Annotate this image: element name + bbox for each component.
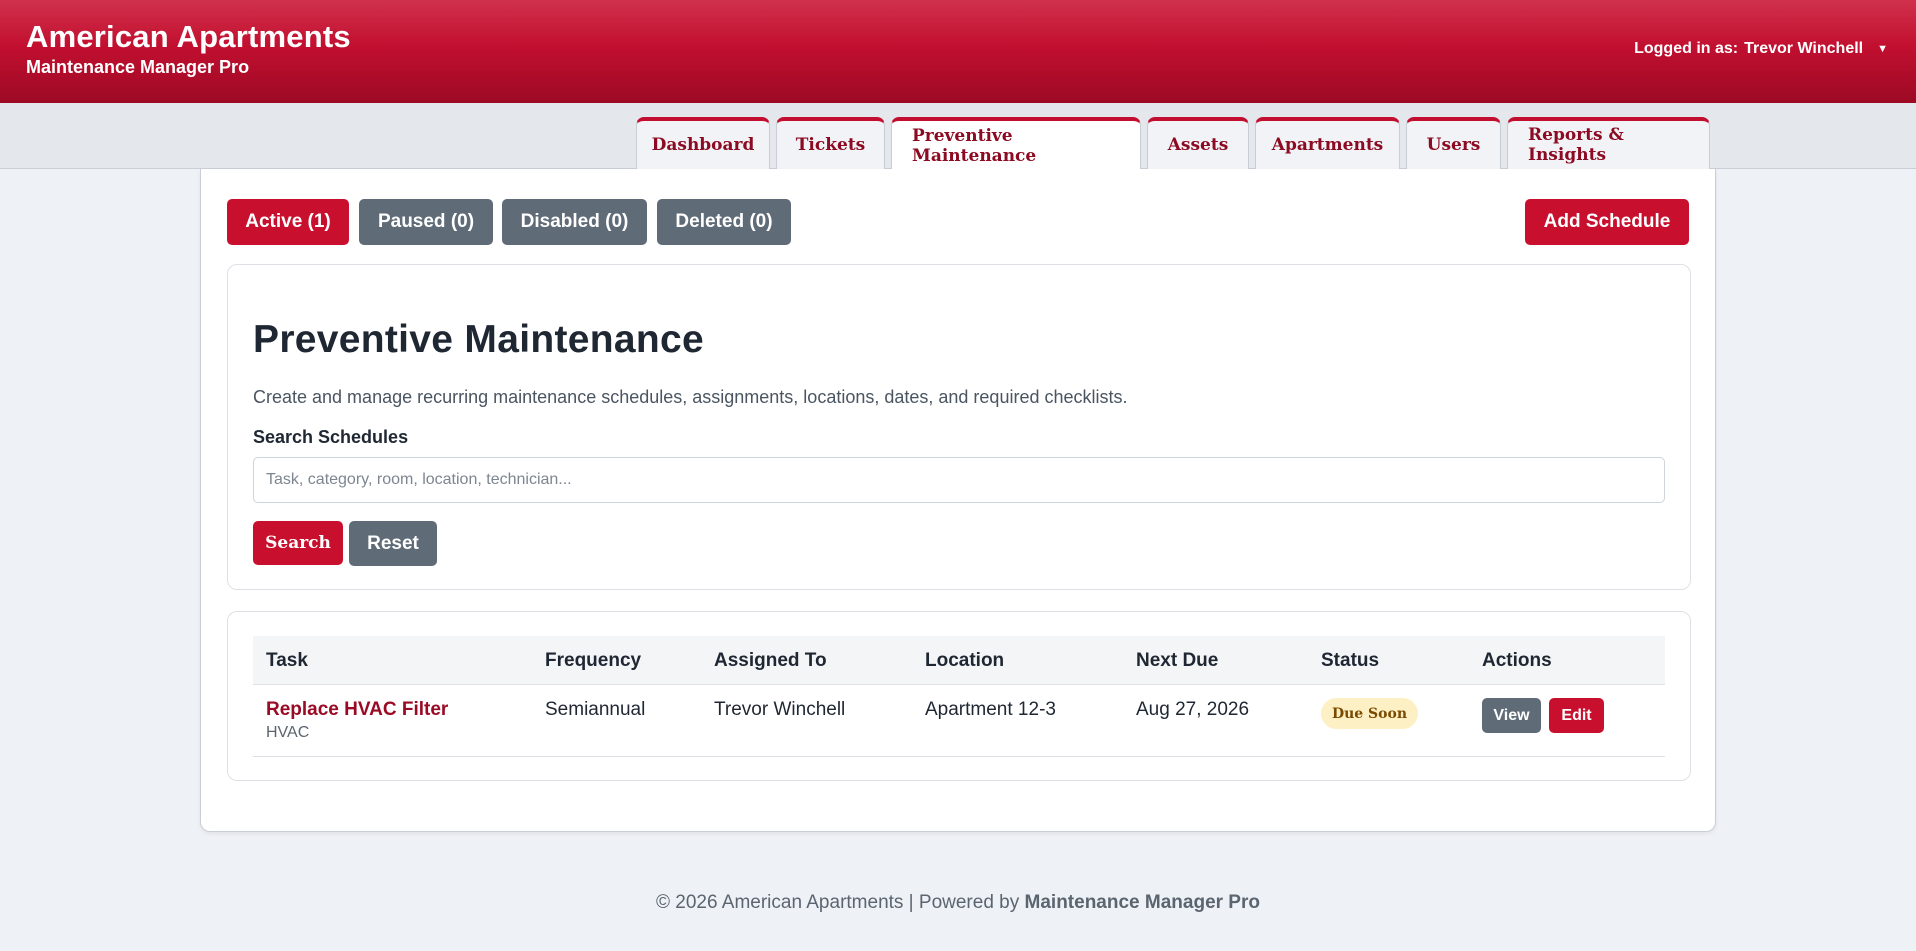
caret-down-icon: ▼ — [1877, 43, 1888, 55]
cell-frequency: Semiannual — [545, 699, 646, 720]
brand-subtitle: Maintenance Manager Pro — [26, 57, 250, 77]
filter-paused-button[interactable]: Paused (0) — [359, 199, 493, 245]
table-header: Task Frequency Assigned To Location Next… — [253, 636, 1665, 685]
filter-active-button[interactable]: Active (1) — [227, 199, 349, 245]
tab-users[interactable]: Users — [1406, 117, 1501, 169]
app-header: American Apartments Maintenance Manager … — [0, 0, 1916, 103]
footer-text: © 2026 American Apartments | Powered by — [656, 892, 1020, 913]
footer-brand: Maintenance Manager Pro — [1024, 892, 1260, 913]
user-name: Trevor Winchell — [1744, 40, 1864, 57]
task-link[interactable]: Replace HVAC Filter — [266, 699, 448, 721]
user-menu[interactable]: Logged in as: Trevor Winchell ▼ — [1634, 40, 1888, 58]
tab-tickets[interactable]: Tickets — [776, 117, 885, 169]
cell-next-due: Aug 27, 2026 — [1136, 699, 1250, 720]
column-header-frequency: Frequency — [545, 650, 642, 671]
view-button[interactable]: View — [1482, 698, 1541, 733]
tab-apartments[interactable]: Apartments — [1255, 117, 1400, 169]
schedules-table-card: Task Frequency Assigned To Location Next… — [227, 611, 1691, 781]
column-header-location: Location — [925, 650, 1005, 671]
filter-disabled-button[interactable]: Disabled (0) — [502, 199, 647, 245]
search-input[interactable] — [253, 457, 1665, 503]
footer: © 2026 American Apartments | Powered by … — [0, 892, 1916, 914]
column-header-task: Task — [266, 650, 308, 671]
tab-bar: Dashboard Tickets Preventive Maintenance… — [0, 103, 1916, 170]
column-header-next-due: Next Due — [1136, 650, 1219, 671]
column-header-status: Status — [1321, 650, 1380, 671]
page-description: Create and manage recurring maintenance … — [253, 387, 1128, 407]
filter-deleted-button[interactable]: Deleted (0) — [657, 199, 791, 245]
tab-assets[interactable]: Assets — [1147, 117, 1249, 169]
cell-assigned-to: Trevor Winchell — [714, 699, 846, 720]
tab-reports-insights[interactable]: Reports & Insights — [1507, 117, 1710, 169]
cell-location: Apartment 12-3 — [925, 699, 1056, 720]
column-header-actions: Actions — [1482, 650, 1552, 671]
add-schedule-button[interactable]: Add Schedule — [1525, 199, 1689, 245]
tab-preventive-maintenance[interactable]: Preventive Maintenance — [891, 117, 1141, 170]
column-header-assigned-to: Assigned To — [714, 650, 827, 671]
main-panel: Active (1) Paused (0) Disabled (0) Delet… — [200, 169, 1716, 832]
search-label: Search Schedules — [253, 427, 409, 447]
search-button[interactable]: Search — [253, 521, 343, 565]
search-card: Preventive Maintenance Create and manage… — [227, 264, 1691, 590]
status-badge: Due Soon — [1321, 698, 1418, 729]
task-category: HVAC — [266, 724, 310, 741]
reset-button[interactable]: Reset — [349, 521, 437, 566]
page-title: Preventive Maintenance — [253, 318, 704, 361]
brand-title: American Apartments — [26, 19, 351, 54]
main-tabs: Dashboard Tickets Preventive Maintenance… — [636, 117, 1710, 170]
table-row: Replace HVAC Filter HVAC Semiannual Trev… — [253, 685, 1665, 757]
tab-dashboard[interactable]: Dashboard — [636, 117, 770, 169]
logged-in-label: Logged in as: — [1634, 40, 1739, 57]
edit-button[interactable]: Edit — [1549, 698, 1604, 733]
